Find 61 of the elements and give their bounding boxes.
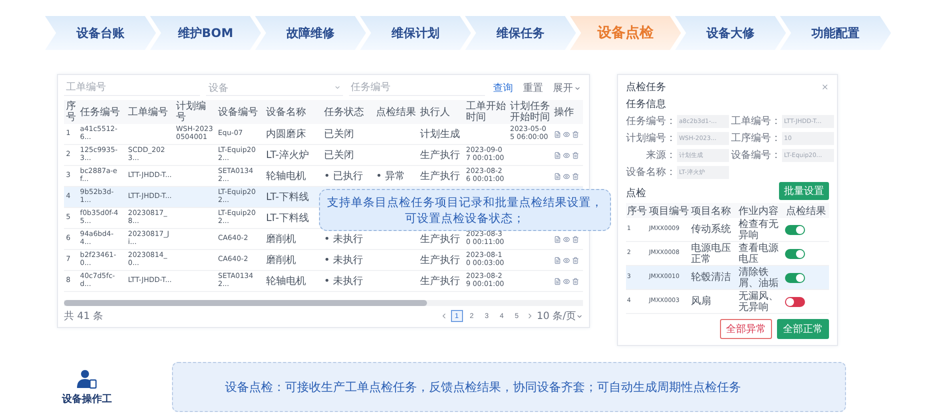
table-cell: • 已执行	[324, 170, 364, 182]
table-cell: 生产执行	[420, 254, 460, 266]
table-cell: • 未执行	[324, 234, 364, 244]
field-label: 工单编号：	[731, 114, 781, 128]
role-label: 设备操作工	[62, 392, 112, 406]
table-cell: 内圆磨床	[266, 128, 306, 140]
table-cell: 磨削机	[266, 254, 296, 266]
field-label: 设备编号：	[731, 148, 781, 162]
table-cell-text: 无漏风、无异响	[738, 290, 780, 312]
column-header: 计划编号	[175, 101, 207, 123]
table-cell: 生产执行	[420, 150, 460, 160]
table-cell-text: 传动系统	[690, 224, 732, 235]
banner-text: 设备点检：可接收生产工单点检任务，反馈点检结果，协同设备齐套；可自动生成周期性点检任务	[225, 378, 741, 396]
table-cell: 已关闭	[324, 150, 354, 160]
table-cell-text: 电源电压正常	[690, 242, 732, 264]
column-header: 任务编号	[79, 106, 121, 118]
table-cell-text: 清除铁屑、油垢	[738, 266, 780, 288]
column-header: 序号	[65, 101, 77, 123]
table-cell: LT-下料线	[266, 212, 309, 224]
table-cell: 计划生成	[420, 128, 460, 140]
column-header: 设备编号	[217, 106, 259, 118]
tooltip-text: 可设置点检设备状态；	[405, 210, 525, 226]
column-header: 设备名称	[265, 106, 307, 118]
table-cell-text: 轮毂清洁	[690, 272, 732, 283]
table-cell-text: 查看电源电压	[738, 242, 780, 264]
column-header: 计划任务开始时间	[509, 101, 551, 123]
table-cell: • 未执行	[324, 276, 364, 286]
column-header: 任务状态	[323, 106, 365, 118]
column-header: 工单编号	[127, 106, 169, 118]
table-cell: LT-下料线	[266, 192, 309, 202]
tooltip-text: 支持单条目点检任务项目记录和批量点检结果设置，	[327, 194, 603, 210]
field-label: 设备名称：	[626, 166, 676, 179]
table-cell-text: 检查有无异响	[738, 218, 780, 240]
total-count: 共 41 条	[64, 310, 104, 323]
column-header: 工单开始时间	[465, 101, 507, 123]
table-cell-text: 风扇	[690, 296, 712, 307]
column-header: 项目编号	[648, 204, 690, 218]
column-header: 点检结果	[375, 106, 417, 118]
field-label: 任务编号：	[626, 114, 676, 128]
field-label: 计划编号：	[626, 132, 676, 145]
column-header: 操作	[553, 106, 575, 118]
column-header: 序号	[626, 204, 648, 218]
table-cell: • 异常	[376, 170, 406, 182]
table-cell: 磨削机	[266, 234, 296, 244]
table-cell: 已关闭	[324, 128, 354, 140]
field-label: 来源：	[646, 148, 676, 162]
dialog-title: 点检任务	[626, 80, 666, 94]
column-header: 执行人	[419, 106, 451, 118]
table-cell: 生产执行	[420, 276, 460, 286]
field-label: 工序编号：	[731, 132, 781, 145]
table-cell: LT-淬火炉	[266, 150, 309, 160]
column-header: 项目名称	[690, 204, 732, 218]
column-header: 点检结果	[785, 204, 827, 218]
table-cell: 生产执行	[420, 234, 460, 244]
table-cell: • 未执行	[324, 254, 364, 266]
column-header: 作业内容	[738, 204, 780, 218]
section-title: 点检	[626, 186, 646, 200]
section-title: 任务信息	[626, 98, 667, 111]
table-cell: 轮轴电机	[266, 276, 306, 286]
table-cell: 轮轴电机	[266, 170, 306, 182]
table-cell: 生产执行	[420, 170, 460, 182]
